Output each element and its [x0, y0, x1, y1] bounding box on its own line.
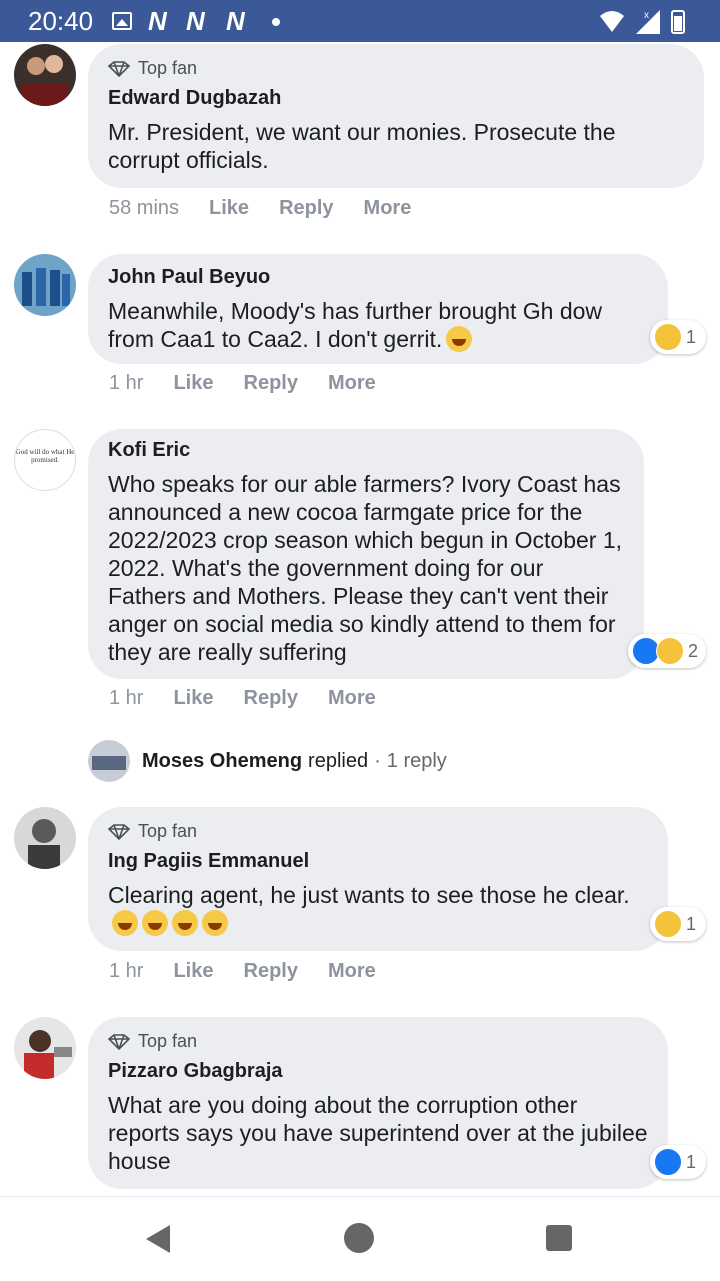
svg-text:x: x	[644, 10, 649, 21]
comment-author[interactable]: Ing Pagiis Emmanuel	[108, 850, 648, 873]
comment-time[interactable]: 1 hr	[109, 687, 143, 710]
avatar[interactable]	[88, 740, 130, 782]
avatar[interactable]: God will do what He promised.	[14, 429, 76, 491]
sad-reaction-icon	[656, 637, 684, 665]
like-button[interactable]: Like	[173, 372, 213, 395]
comment-bubble[interactable]: John Paul Beyuo Meanwhile, Moody's has f…	[88, 254, 668, 364]
reply-count[interactable]: 1 reply	[387, 750, 447, 773]
comment-actions: 1 hr Like Reply More	[109, 372, 406, 395]
comment-author[interactable]: Edward Dugbazah	[108, 87, 684, 110]
avatar[interactable]	[14, 44, 76, 106]
sad-reaction-icon	[654, 323, 682, 351]
reply-author[interactable]: Moses Ohemeng	[142, 750, 302, 773]
comment-text: Who speaks for our able farmers? Ivory C…	[108, 471, 623, 665]
comment-text-content: Meanwhile, Moody's has further brought G…	[108, 298, 603, 352]
comment-bubble[interactable]: Kofi Eric Who speaks for our able farmer…	[88, 429, 644, 679]
back-icon[interactable]	[146, 1225, 170, 1253]
rofl-emoji-icon	[142, 910, 168, 936]
recent-apps-icon[interactable]	[546, 1225, 572, 1251]
top-fan-label: Top fan	[138, 1031, 198, 1051]
top-fan-badge: Top fan	[108, 1031, 648, 1052]
separator: ·	[374, 749, 381, 772]
tears-of-joy-emoji-icon	[446, 326, 473, 352]
reply-summary[interactable]: Moses Ohemeng replied · 1 reply	[88, 740, 447, 782]
comment-bubble[interactable]: Top fan Ing Pagiis Emmanuel Clearing age…	[88, 807, 668, 951]
notification-n-icon: N	[148, 6, 167, 36]
rofl-emoji-icon	[172, 910, 198, 936]
comment-author[interactable]: Kofi Eric	[108, 439, 624, 462]
comment-author[interactable]: Pizzaro Gbagbraja	[108, 1060, 648, 1083]
reply-button[interactable]: Reply	[244, 687, 298, 710]
comment-text: What are you doing about the corruption …	[108, 1092, 648, 1174]
avatar-text: God will do what He promised.	[15, 448, 75, 464]
like-button[interactable]: Like	[173, 960, 213, 983]
home-icon[interactable]	[344, 1223, 374, 1253]
status-time: 20:40	[28, 6, 94, 36]
comment-text: Meanwhile, Moody's has further brought G…	[108, 297, 648, 353]
haha-reaction-icon	[654, 910, 682, 938]
status-bar: 20:40 N N N x	[0, 0, 720, 42]
wifi-icon	[600, 11, 624, 32]
rofl-emoji-icon	[112, 910, 138, 936]
comment-actions: 58 mins Like Reply More	[109, 197, 441, 220]
top-fan-label: Top fan	[138, 821, 198, 841]
rofl-emoji-icon	[202, 910, 228, 936]
comment-bubble[interactable]: Top fan Edward Dugbazah Mr. President, w…	[88, 44, 704, 188]
more-notifications-dot-icon	[272, 18, 280, 26]
top-fan-badge: Top fan	[108, 58, 684, 79]
comment-actions: 1 hr Like Reply More	[109, 687, 406, 710]
avatar[interactable]	[14, 1017, 76, 1079]
system-nav-bar	[0, 1196, 720, 1281]
diamond-icon	[108, 60, 130, 77]
reply-button[interactable]: Reply	[244, 960, 298, 983]
system-status-icons: x	[600, 10, 685, 34]
more-button[interactable]: More	[364, 197, 412, 220]
top-fan-badge: Top fan	[108, 821, 648, 842]
reaction-count: 1	[686, 913, 697, 934]
avatar[interactable]	[14, 807, 76, 869]
reactions-summary[interactable]: 1	[650, 1145, 706, 1179]
reactions-summary[interactable]: 1	[650, 320, 706, 354]
avatar[interactable]	[14, 254, 76, 316]
reply-button[interactable]: Reply	[244, 372, 298, 395]
reaction-count: 1	[686, 326, 697, 347]
comment-text-content: Clearing agent, he just wants to see tho…	[108, 882, 630, 908]
comment-time[interactable]: 1 hr	[109, 372, 143, 395]
reactions-summary[interactable]: 2	[628, 634, 706, 668]
more-button[interactable]: More	[328, 372, 376, 395]
comment-text: Mr. President, we want our monies. Prose…	[108, 119, 616, 173]
gallery-notification-icon	[112, 12, 132, 30]
comment-actions: 1 hr Like Reply More	[109, 960, 406, 983]
reply-button[interactable]: Reply	[279, 197, 333, 220]
comment-time[interactable]: 58 mins	[109, 197, 179, 220]
reactions-summary[interactable]: 1	[650, 907, 706, 941]
reaction-count: 2	[688, 640, 699, 661]
comment-bubble[interactable]: Top fan Pizzaro Gbagbraja What are you d…	[88, 1017, 668, 1189]
comment-time[interactable]: 1 hr	[109, 960, 143, 983]
diamond-icon	[108, 823, 130, 840]
diamond-icon	[108, 1033, 130, 1050]
comment-text: Clearing agent, he just wants to see tho…	[108, 881, 648, 937]
top-fan-label: Top fan	[138, 58, 198, 78]
like-reaction-icon	[654, 1148, 682, 1176]
reaction-count: 1	[686, 1151, 697, 1172]
like-button[interactable]: Like	[209, 197, 249, 220]
more-button[interactable]: More	[328, 960, 376, 983]
like-button[interactable]: Like	[173, 687, 213, 710]
notification-n-icon: N	[226, 6, 245, 36]
more-button[interactable]: More	[328, 687, 376, 710]
reply-verb: replied	[308, 749, 369, 772]
notification-n-icon: N	[186, 6, 205, 36]
comment-author[interactable]: John Paul Beyuo	[108, 266, 648, 289]
